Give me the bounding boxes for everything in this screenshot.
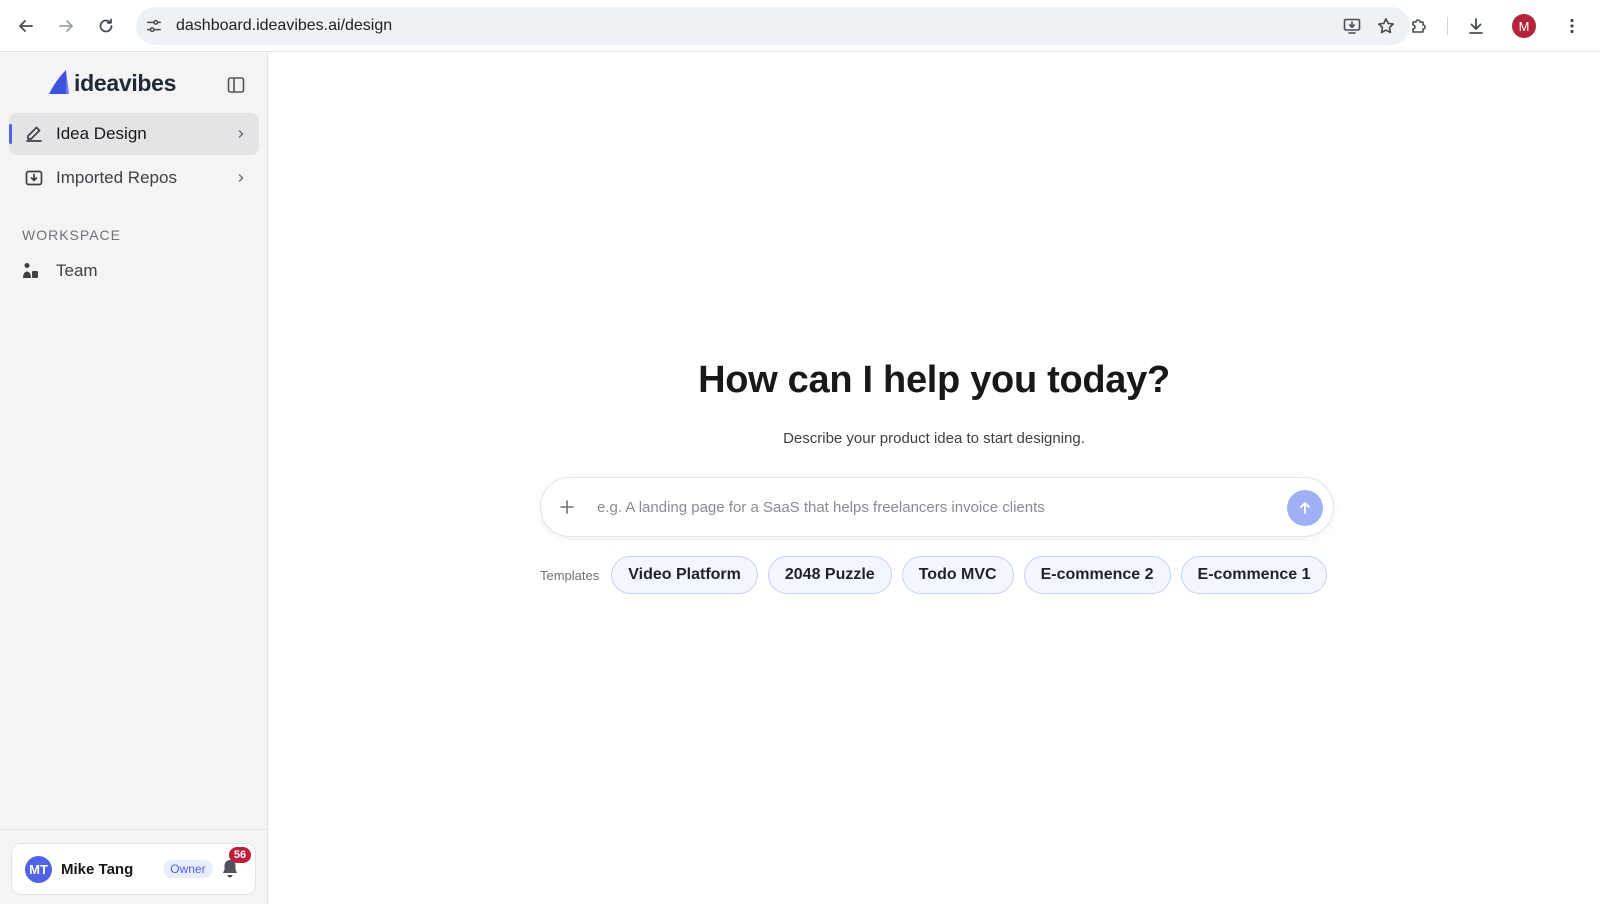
url-text[interactable]: dashboard.ideavibes.ai/design bbox=[176, 17, 392, 35]
pencil-icon bbox=[26, 126, 42, 142]
back-button[interactable] bbox=[6, 6, 46, 46]
reload-button[interactable] bbox=[86, 6, 126, 46]
brand-name: ideavibes bbox=[74, 69, 177, 96]
profile-avatar: M bbox=[1512, 14, 1536, 38]
user-card[interactable]: MT Mike Tang Owner 56 bbox=[11, 843, 256, 895]
templates-label: Templates bbox=[540, 567, 600, 583]
browser-toolbar: dashboard.ideavibes.ai/design M bbox=[0, 0, 1600, 52]
forward-button[interactable] bbox=[46, 6, 86, 46]
puzzle-icon bbox=[1412, 19, 1426, 33]
site-settings-icon[interactable] bbox=[142, 14, 166, 38]
sidebar-item-idea-design[interactable]: Idea Design bbox=[9, 113, 259, 155]
sidebar: ideavibes Idea Design Imported Repos WOR… bbox=[0, 53, 268, 904]
template-chips: Templates Video Platform 2048 Puzzle Tod… bbox=[540, 556, 1337, 594]
sidebar-toggle-icon[interactable] bbox=[226, 75, 246, 95]
browser-actions: M bbox=[1399, 6, 1592, 46]
bookmark-star-icon[interactable] bbox=[1376, 16, 1396, 36]
address-bar-actions bbox=[1342, 7, 1396, 45]
arrow-left-icon bbox=[19, 19, 33, 32]
prompt-composer bbox=[540, 477, 1334, 537]
chevron-right-icon bbox=[238, 130, 244, 138]
main-content: How can I help you today? Describe your … bbox=[268, 53, 1600, 904]
address-bar[interactable]: dashboard.ideavibes.ai/design bbox=[136, 7, 1410, 45]
brand-logo[interactable]: ideavibes bbox=[48, 69, 176, 97]
template-chip-video-platform[interactable]: Video Platform bbox=[611, 556, 758, 594]
send-button[interactable] bbox=[1287, 490, 1323, 526]
sidebar-item-label: Idea Design bbox=[56, 124, 147, 143]
template-chip-e-commence-2[interactable]: E-commence 2 bbox=[1023, 556, 1171, 594]
arrow-right-icon bbox=[59, 19, 73, 32]
nav-buttons bbox=[6, 6, 126, 46]
page-subtitle: Describe your product idea to start desi… bbox=[783, 430, 1085, 447]
arrow-up-icon bbox=[1300, 502, 1310, 514]
profile-button[interactable]: M bbox=[1504, 6, 1544, 46]
browser-menu-button[interactable] bbox=[1552, 6, 1592, 46]
sail-logo-icon bbox=[49, 70, 69, 94]
team-icon bbox=[23, 263, 38, 278]
prompt-input[interactable] bbox=[597, 498, 1277, 516]
role-badge: Owner bbox=[163, 860, 213, 878]
chevron-right-icon bbox=[238, 174, 244, 182]
reload-icon bbox=[99, 18, 113, 32]
template-chip-2048-puzzle[interactable]: 2048 Puzzle bbox=[767, 556, 892, 594]
template-chip-e-commence-1[interactable]: E-commence 1 bbox=[1180, 556, 1328, 594]
kebab-menu-icon bbox=[1570, 18, 1574, 34]
toolbar-separator bbox=[1447, 17, 1448, 35]
downloads-button[interactable] bbox=[1456, 6, 1496, 46]
extensions-button[interactable] bbox=[1399, 6, 1439, 46]
sidebar-item-label: Imported Repos bbox=[56, 168, 177, 187]
sidebar-item-team[interactable]: Team bbox=[22, 261, 98, 281]
sidebar-divider bbox=[0, 829, 267, 830]
install-app-icon[interactable] bbox=[1342, 16, 1362, 36]
avatar: MT bbox=[25, 855, 52, 883]
sidebar-item-imported-repos[interactable]: Imported Repos bbox=[9, 157, 259, 199]
template-chip-todo-mvc[interactable]: Todo MVC bbox=[901, 556, 1014, 594]
notification-count-badge: 56 bbox=[229, 847, 251, 863]
plus-icon[interactable] bbox=[557, 497, 577, 517]
workspace-section-label: WORKSPACE bbox=[22, 227, 121, 243]
page-title: How can I help you today? bbox=[698, 359, 1170, 401]
download-icon bbox=[1469, 18, 1483, 34]
import-box-icon bbox=[25, 170, 43, 186]
user-name: Mike Tang bbox=[61, 860, 134, 878]
sidebar-item-label: Team bbox=[56, 261, 98, 280]
